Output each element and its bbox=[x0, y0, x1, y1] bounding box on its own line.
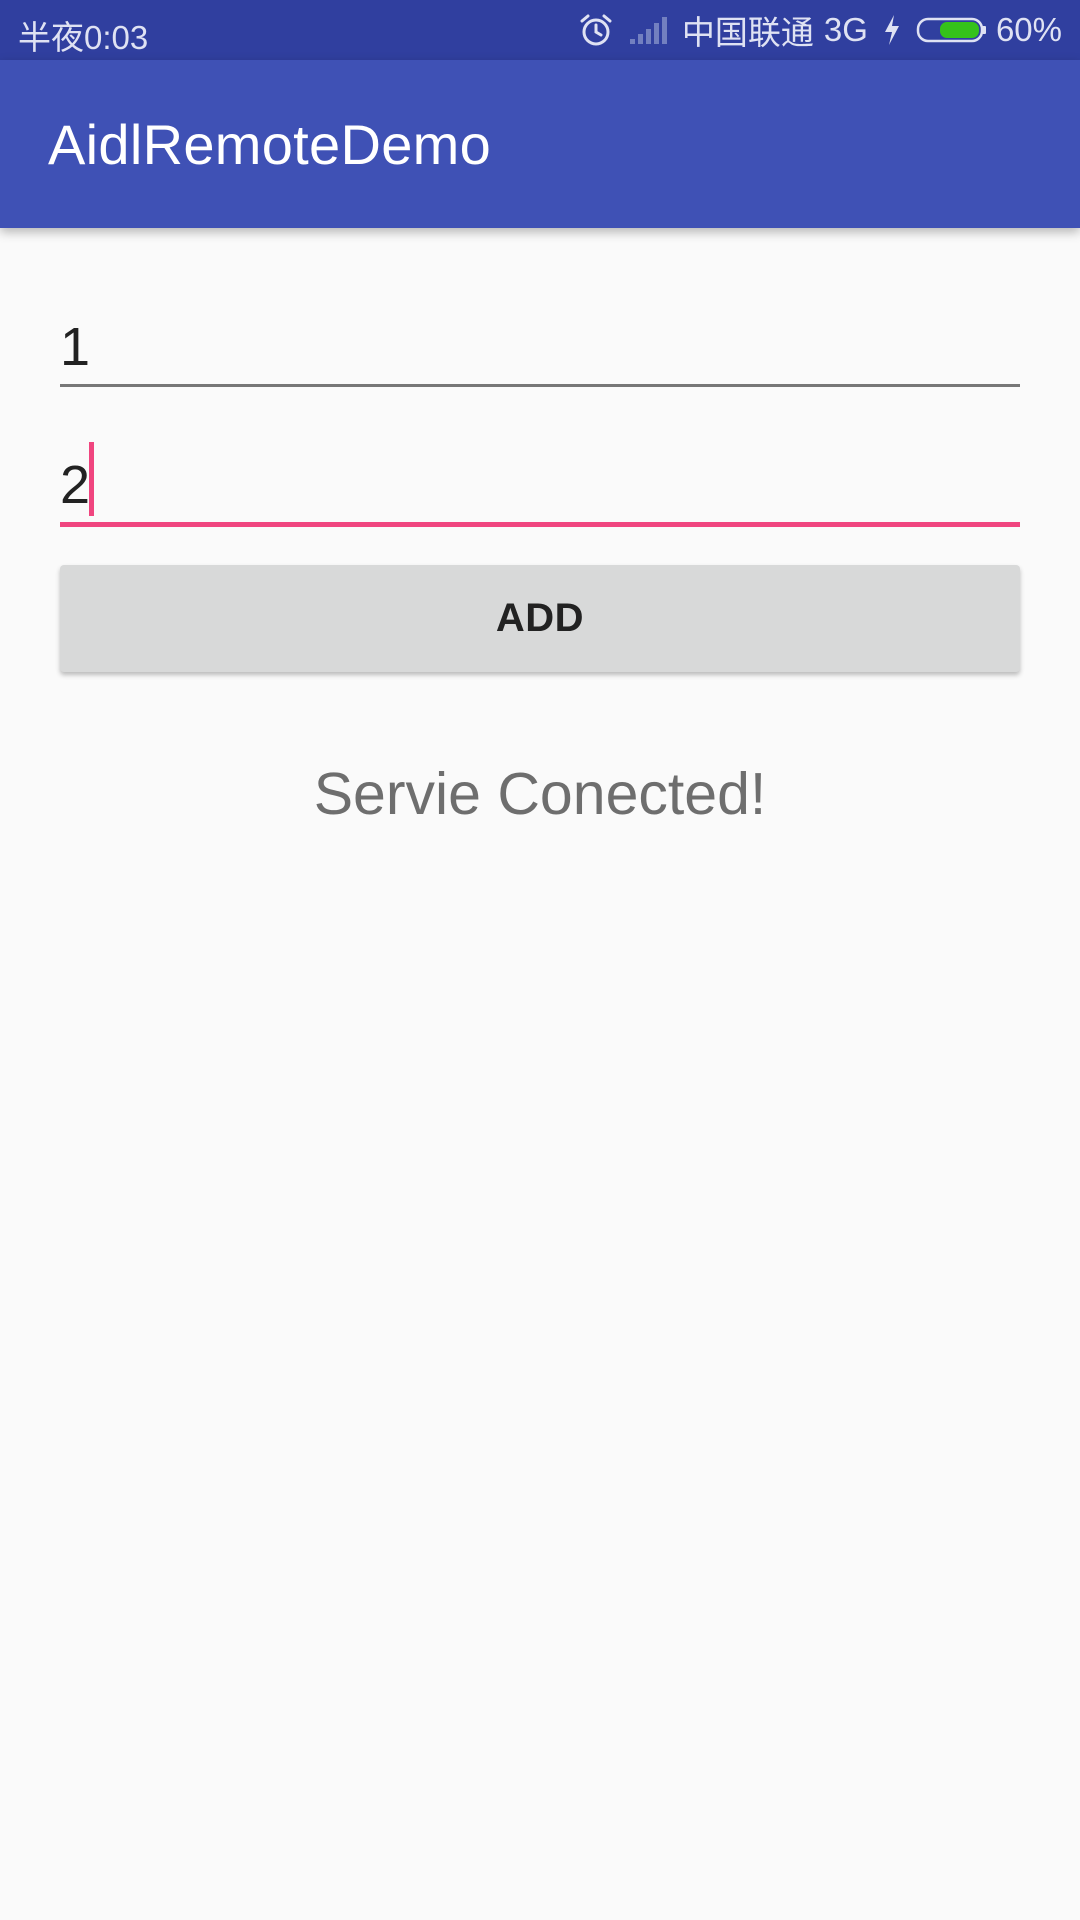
app-bar: AidlRemoteDemo bbox=[0, 60, 1080, 228]
status-bar: 半夜0:03 中国联通 3G 60% bbox=[0, 0, 1080, 60]
second-number-input[interactable]: 2 bbox=[60, 438, 1020, 530]
first-input-underline bbox=[60, 384, 1020, 387]
app-title: AidlRemoteDemo bbox=[48, 113, 492, 176]
second-number-value: 2 bbox=[60, 455, 91, 515]
service-status-text: Servie Conected! bbox=[313, 761, 767, 827]
add-button[interactable]: ADD bbox=[60, 565, 1020, 672]
text-cursor bbox=[89, 442, 94, 516]
battery-percent: 60% bbox=[995, 11, 1062, 48]
alarm-icon bbox=[580, 14, 612, 46]
signal-icon bbox=[629, 17, 667, 44]
second-input-underline bbox=[60, 522, 1020, 527]
carrier-name: 中国联通 bbox=[681, 14, 814, 51]
status-time: 半夜0:03 bbox=[18, 19, 149, 56]
status-icons: 中国联通 3G 60% bbox=[564, 0, 1062, 60]
first-number-value: 1 bbox=[60, 317, 91, 377]
battery-icon bbox=[916, 17, 986, 43]
network-type: 3G bbox=[823, 11, 868, 48]
first-number-input[interactable]: 1 bbox=[60, 300, 1020, 390]
charging-bolt-icon bbox=[884, 15, 899, 45]
